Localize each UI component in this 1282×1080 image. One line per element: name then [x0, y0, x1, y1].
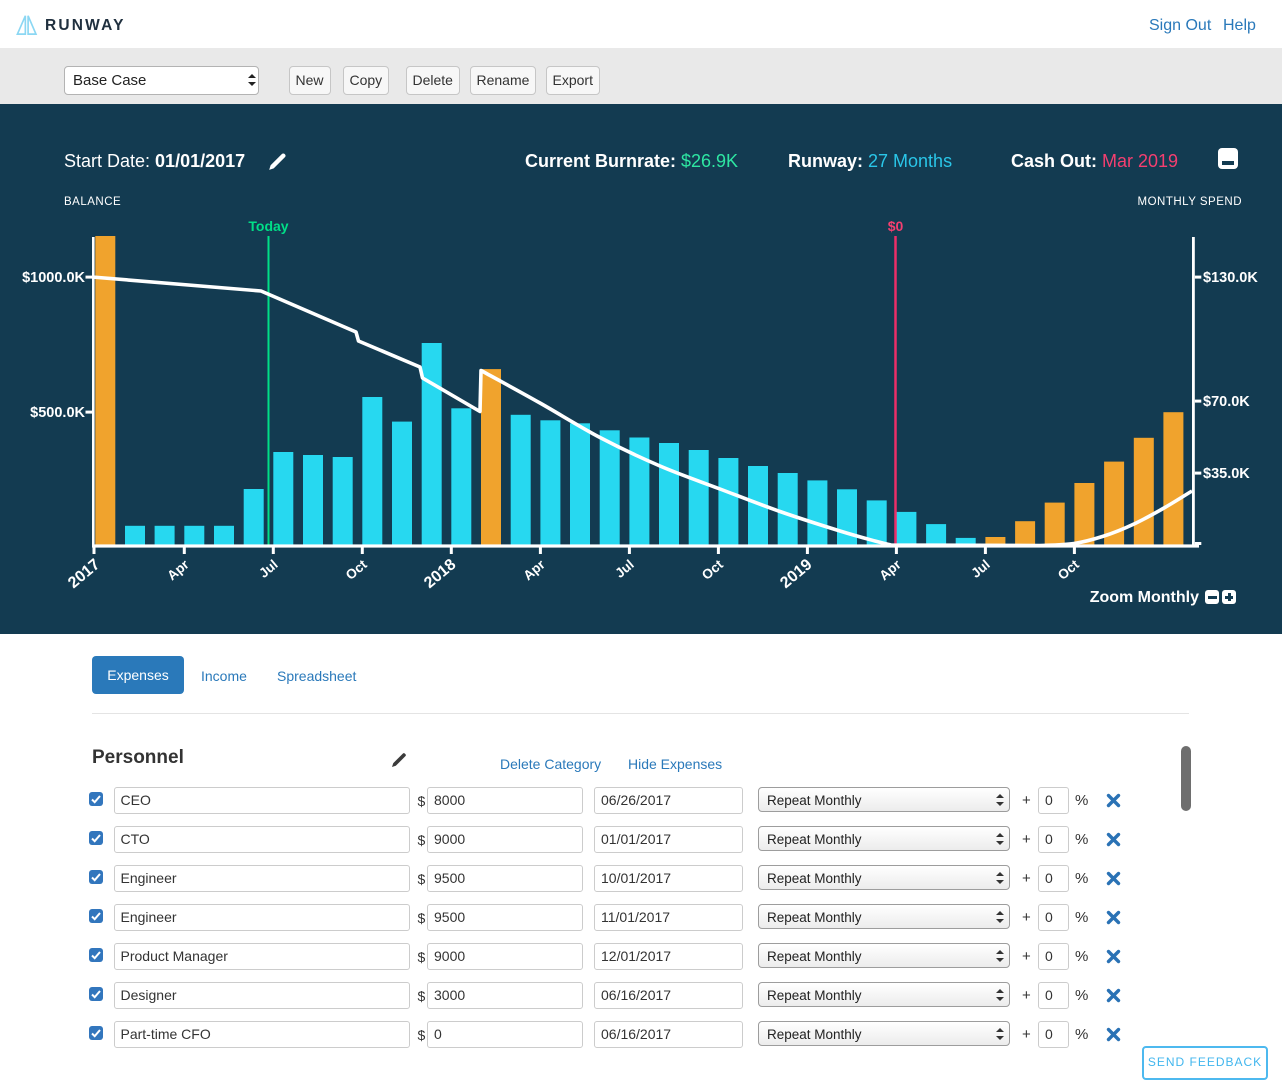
- svg-text:$1000.0K: $1000.0K: [22, 270, 85, 286]
- svg-text:Apr: Apr: [164, 556, 192, 583]
- svg-text:$500.0K: $500.0K: [30, 405, 85, 421]
- svg-text:Jul: Jul: [968, 557, 993, 581]
- svg-text:Oct: Oct: [1055, 556, 1082, 582]
- svg-text:Jul: Jul: [612, 557, 637, 581]
- svg-text:Today: Today: [248, 218, 288, 234]
- svg-text:$0: $0: [888, 218, 904, 234]
- svg-text:2018: 2018: [421, 556, 459, 592]
- svg-text:2017: 2017: [65, 556, 103, 592]
- svg-text:Oct: Oct: [699, 556, 726, 582]
- svg-text:$35.0K: $35.0K: [1203, 466, 1250, 482]
- svg-text:Apr: Apr: [876, 556, 904, 583]
- svg-text:2019: 2019: [777, 556, 815, 592]
- svg-text:Oct: Oct: [343, 556, 370, 582]
- svg-text:Apr: Apr: [520, 556, 548, 583]
- svg-text:$70.0K: $70.0K: [1203, 394, 1250, 410]
- svg-text:$130.0K: $130.0K: [1203, 270, 1258, 286]
- svg-text:Jul: Jul: [256, 557, 281, 581]
